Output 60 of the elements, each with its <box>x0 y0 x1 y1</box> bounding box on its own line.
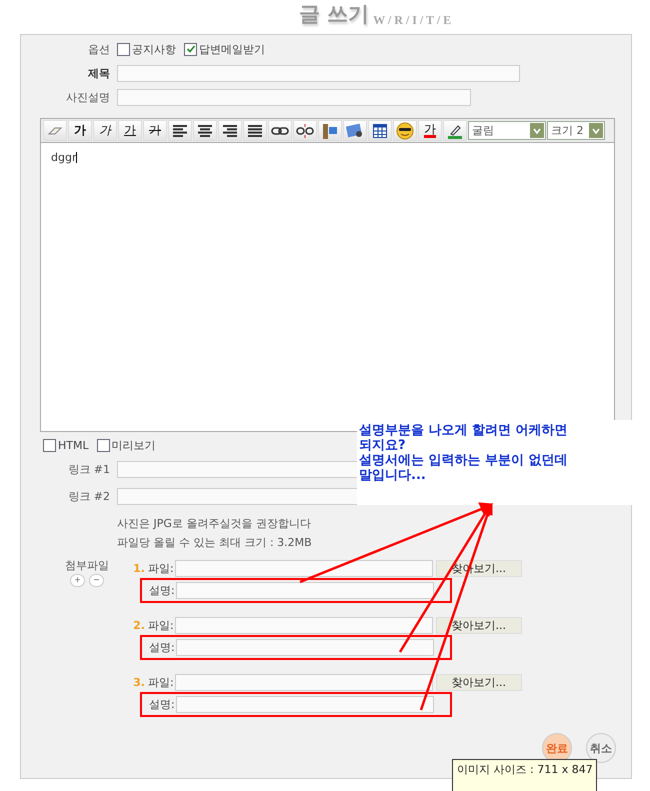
emoticon-icon[interactable] <box>393 120 417 141</box>
page-title: 글 쓰기 <box>298 1 370 28</box>
checkbox[interactable] <box>96 438 110 452</box>
checkbox[interactable] <box>43 438 56 452</box>
field-label: 설명: <box>149 640 175 655</box>
eraser-icon[interactable] <box>43 120 67 141</box>
field-label: 설명: <box>149 697 175 712</box>
field-label: 파일: <box>148 674 174 690</box>
font-select[interactable]: 굴림 <box>468 121 546 140</box>
file-field[interactable] <box>174 616 433 634</box>
field-label: 파일: <box>148 560 174 576</box>
checkbox[interactable] <box>117 42 130 56</box>
justify-icon[interactable] <box>243 120 267 141</box>
unlink-icon[interactable] <box>293 120 317 141</box>
checkbox[interactable] <box>184 42 197 56</box>
media-icon[interactable] <box>318 120 342 141</box>
photo-caption-field[interactable] <box>117 88 471 106</box>
field-label: 설명: <box>149 583 175 598</box>
caption-field[interactable] <box>176 639 434 656</box>
field-label: 옵션 <box>87 42 110 56</box>
table-icon[interactable] <box>368 120 392 141</box>
note-text: 파일당 올릴 수 있는 최대 크기 : 3.2MB <box>117 535 313 551</box>
caption-field[interactable] <box>176 696 434 713</box>
page-subtitle: W / R / I / T / E <box>373 13 452 28</box>
align-left-icon[interactable] <box>168 120 192 141</box>
color-button[interactable]: 가 <box>418 120 442 141</box>
underline-button[interactable]: 가 <box>118 120 142 141</box>
browse-button[interactable]: 찾아보기... <box>436 674 522 690</box>
comment-tooltip: 설명부분을 나오게 할려면 어케하면 되지요? 설명서에는 입력하는 부분이 없던데 말입니다... <box>357 420 632 505</box>
checkbox-label: 미리보기 <box>112 438 156 452</box>
add-file-button[interactable]: + <box>70 574 85 587</box>
file-number: 1. <box>132 562 145 574</box>
tooltip: 이미지 사이즈 : 711 x 847 <box>452 759 597 791</box>
caption-field[interactable] <box>176 582 434 599</box>
italic-button[interactable]: 가 <box>93 120 117 141</box>
file-number: 2. <box>132 618 145 632</box>
checkbox-label: 답변메일받기 <box>199 42 265 56</box>
field-label: 파일: <box>148 618 174 632</box>
strike-button[interactable]: 가 <box>143 120 167 141</box>
image-icon[interactable] <box>343 120 367 141</box>
link-icon[interactable] <box>268 120 292 141</box>
field-label: 사진설명 <box>65 90 110 104</box>
size-select[interactable]: 크기 2 <box>547 121 605 140</box>
checkbox-label: HTML <box>58 438 89 452</box>
subject-field[interactable] <box>117 64 520 82</box>
note-text: 사진은 JPG로 올려주실것을 권장합니다 <box>117 516 312 532</box>
field-label: 제목 <box>87 66 110 80</box>
field-label: 첨부파일 <box>65 558 109 573</box>
browse-button[interactable]: 찾아보기... <box>436 616 522 634</box>
highlight-icon[interactable] <box>443 120 467 141</box>
checkbox-label: 공지사항 <box>132 42 176 56</box>
align-right-icon[interactable] <box>218 120 242 141</box>
field-label: 링크 #1 <box>67 462 110 476</box>
align-center-icon[interactable] <box>193 120 217 141</box>
bold-button[interactable]: 가 <box>68 120 92 141</box>
file-field[interactable] <box>174 560 433 576</box>
file-field[interactable] <box>174 674 433 690</box>
field-label: 링크 #2 <box>67 488 110 504</box>
remove-file-button[interactable]: − <box>89 574 104 587</box>
file-number: 3. <box>132 676 145 688</box>
